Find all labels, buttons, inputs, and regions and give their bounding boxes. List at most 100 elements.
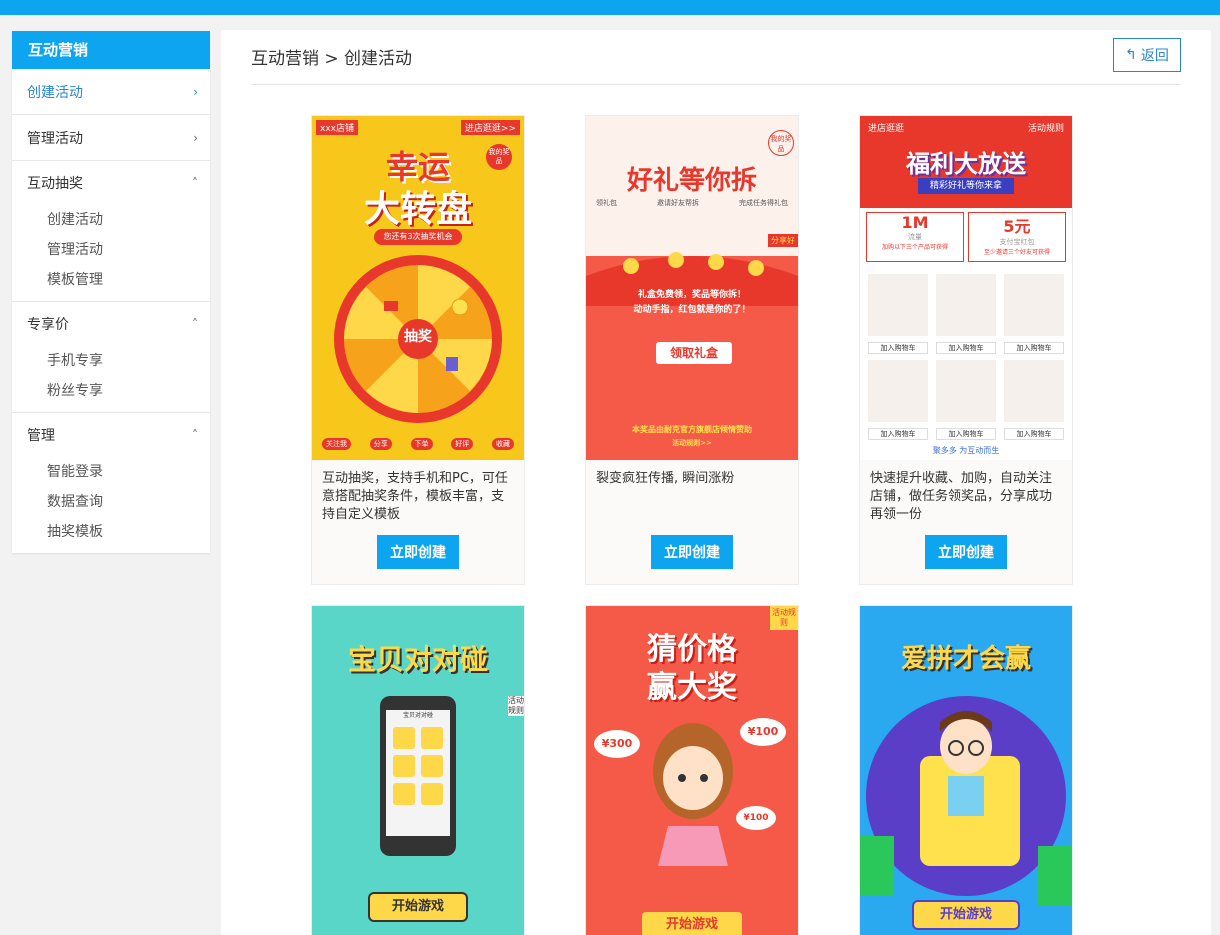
back-button[interactable]: ↰ 返回: [1113, 38, 1181, 72]
sidebar-group-manage: 管理 ˄ 智能登录 数据查询 抽奖模板: [12, 413, 210, 553]
coupon-desc: 加购以下三个产品可获得: [881, 244, 948, 251]
rules-tag: 活动规则: [508, 696, 524, 716]
poster-footer: 聚多多 为互动而生: [932, 446, 1000, 455]
sidebar-group-label: 互动抽奖: [27, 176, 83, 192]
step-label: 邀请好友帮拆: [657, 199, 699, 207]
create-now-button[interactable]: 立即创建: [651, 535, 733, 569]
price-bubble: ¥100: [736, 806, 776, 830]
sidebar-title: 互动营销: [12, 31, 210, 69]
sidebar-subitem[interactable]: 数据查询: [12, 487, 210, 517]
sidebar-subitem[interactable]: 手机专享: [12, 346, 210, 376]
product-image: [1004, 274, 1064, 336]
template-card: xxx店铺 进店逛逛>> 我的奖品 幸运 大转盘 您还有3次抽奖机会 抽奖 关注…: [311, 115, 525, 585]
step-label: 完成任务得礼包: [739, 199, 788, 207]
sidebar-group-header[interactable]: 互动抽奖 ˄: [12, 161, 210, 205]
back-button-label: 返回: [1140, 48, 1169, 64]
sidebar-item-manage-activity[interactable]: 管理活动 ›: [12, 115, 210, 161]
rules-link: 活动规则>>: [672, 439, 712, 447]
page-header: 互动营销 > 创建活动 ↰ 返回: [251, 30, 1181, 85]
my-prize-badge: 我的奖品: [768, 130, 794, 156]
poster-action: 关注我: [322, 438, 351, 450]
price-bubble: ¥100: [740, 718, 786, 746]
start-game-button: 开始游戏: [912, 900, 1020, 930]
sidebar-subitem[interactable]: 管理活动: [12, 235, 210, 265]
coupon-value: 5元: [1003, 217, 1031, 236]
product-image: [936, 360, 996, 422]
card-body: 快速提升收藏、加购，自动关注店铺，做任务领奖品，分享成功再领一份 立即创建: [860, 460, 1072, 584]
card-description: 互动抽奖，支持手机和PC，可任意搭配抽奖条件，模板丰富，支持自定义模板: [322, 471, 508, 522]
shop-tag: xxx店铺: [316, 120, 358, 135]
step-label: 领礼包: [596, 199, 617, 207]
poster-action: 收藏: [492, 438, 514, 450]
promo-line-1: 礼盒免费领，奖品等你拆！: [637, 290, 746, 300]
template-card: 活动规则 猜价格 赢大奖 ¥300 ¥100 ¥100 开始游戏: [585, 605, 799, 935]
sidebar: 互动营销 创建活动 › 管理活动 › 互动抽奖 ˄ 创建活动 管理活动 模板管理…: [12, 31, 210, 553]
sidebar-subitem[interactable]: 粉丝专享: [12, 376, 210, 406]
claim-gift-button: 领取礼盒: [656, 342, 732, 364]
sidebar-group-header[interactable]: 管理 ˄: [12, 413, 210, 457]
card-description: 裂变疯狂传播, 瞬间涨粉: [596, 471, 735, 486]
poster-subtitle: 精彩好礼等你来拿: [918, 178, 1014, 194]
add-to-cart-label: 加入购物车: [936, 342, 996, 354]
template-card: 爱拼才会赢 开始游戏: [859, 605, 1073, 935]
template-card: 进店逛逛 活动规则 福利大放送 精彩好礼等你来拿 1M 流量 加购以下三个产品可…: [859, 115, 1073, 585]
poster-action: 好评: [451, 438, 474, 450]
visit-shop-tag: 进店逛逛>>: [460, 120, 520, 135]
coupon-card: 5元 支付宝红包 至少邀请三个好友可获得: [968, 212, 1066, 262]
price-bubble: ¥300: [594, 730, 640, 758]
template-poster[interactable]: 活动规则 猜价格 赢大奖 ¥300 ¥100 ¥100 开始游戏: [586, 606, 798, 935]
sidebar-item-label: 创建活动: [27, 84, 83, 101]
poster-title-line2: 大转盘: [363, 189, 472, 230]
poster-action: 分享: [369, 438, 392, 450]
template-card: 宝贝对对碰 活动规则 宝贝对对碰 开始游戏: [311, 605, 525, 935]
sidebar-item-create-activity[interactable]: 创建活动 ›: [12, 69, 210, 115]
sidebar-subitem[interactable]: 模板管理: [12, 265, 210, 295]
poster-title: 福利大放送: [906, 150, 1026, 178]
girl-illustration: [653, 723, 733, 866]
sponsor-line: 本奖品由耐克官方旗舰店倾情赞助: [632, 425, 752, 434]
sidebar-group-label: 管理: [27, 428, 55, 444]
template-poster[interactable]: 宝贝对对碰 活动规则 宝贝对对碰 开始游戏: [312, 606, 524, 935]
card-body: 互动抽奖，支持手机和PC，可任意搭配抽奖条件，模板丰富，支持自定义模板 立即创建: [312, 460, 524, 584]
card-description: 快速提升收藏、加购，自动关注店铺，做任务领奖品，分享成功再领一份: [870, 471, 1053, 522]
coupon-desc: 至少邀请三个好友可获得: [983, 249, 1050, 256]
sidebar-subitem[interactable]: 智能登录: [12, 457, 210, 487]
template-poster[interactable]: 进店逛逛 活动规则 福利大放送 精彩好礼等你来拿 1M 流量 加购以下三个产品可…: [860, 116, 1072, 460]
phone-illustration: 宝贝对对碰: [380, 696, 456, 856]
template-card: 好礼等你拆 我的奖品 领礼包 邀请好友帮拆 完成任务得礼包 分享好 礼盒免费领，…: [585, 115, 799, 585]
sidebar-group-header[interactable]: 专享价 ˄: [12, 302, 210, 346]
template-poster[interactable]: 爱拼才会赢 开始游戏: [860, 606, 1072, 935]
coupon-label: 流量: [908, 233, 922, 241]
poster-title: 爱拼才会赢: [900, 644, 1031, 674]
poster-action-row: 关注我 分享 下单 好评 收藏: [322, 438, 514, 450]
product-grid: 加入购物车 加入购物车 加入购物车 加入购物车 加入购物车 加入购物车: [868, 274, 1064, 440]
product-image: [936, 274, 996, 336]
spin-button: 抽奖: [404, 329, 432, 345]
template-poster[interactable]: 好礼等你拆 我的奖品 领礼包 邀请好友帮拆 完成任务得礼包 分享好 礼盒免费领，…: [586, 116, 798, 460]
poster-title: 宝贝对对碰: [347, 643, 488, 676]
rules-tag: 活动规则: [1027, 124, 1064, 134]
chevron-right-icon: ›: [193, 84, 198, 99]
main-panel: 互动营销 > 创建活动 ↰ 返回 xxx店铺 进店逛逛>> 我的奖品 幸运 大转…: [221, 30, 1211, 935]
add-to-cart-label: 加入购物车: [1004, 428, 1064, 440]
chevron-up-icon: ˄: [192, 317, 198, 331]
chevron-right-icon: ›: [193, 130, 198, 145]
sidebar-group-label: 专享价: [27, 317, 69, 333]
boy-puzzle-illustration: [860, 696, 1072, 906]
template-poster[interactable]: xxx店铺 进店逛逛>> 我的奖品 幸运 大转盘 您还有3次抽奖机会 抽奖 关注…: [312, 116, 524, 460]
add-to-cart-label: 加入购物车: [868, 428, 928, 440]
step-row: 领礼包 邀请好友帮拆 完成任务得礼包: [596, 198, 788, 208]
promo-line-2: 动动手指，红包就是你的了！: [633, 305, 751, 315]
top-bar: [0, 0, 1220, 15]
start-game-button: 开始游戏: [368, 892, 468, 922]
add-to-cart-label: 加入购物车: [1004, 342, 1064, 354]
poster-title: 好礼等你拆: [626, 166, 757, 196]
reply-arrow-icon: ↰: [1125, 47, 1137, 63]
product-image: [868, 360, 928, 422]
create-now-button[interactable]: 立即创建: [925, 535, 1007, 569]
sidebar-subitem[interactable]: 创建活动: [12, 205, 210, 235]
create-now-button[interactable]: 立即创建: [377, 535, 459, 569]
card-body: 裂变疯狂传播, 瞬间涨粉 立即创建: [586, 460, 798, 584]
product-image: [868, 274, 928, 336]
sidebar-subitem[interactable]: 抽奖模板: [12, 517, 210, 547]
